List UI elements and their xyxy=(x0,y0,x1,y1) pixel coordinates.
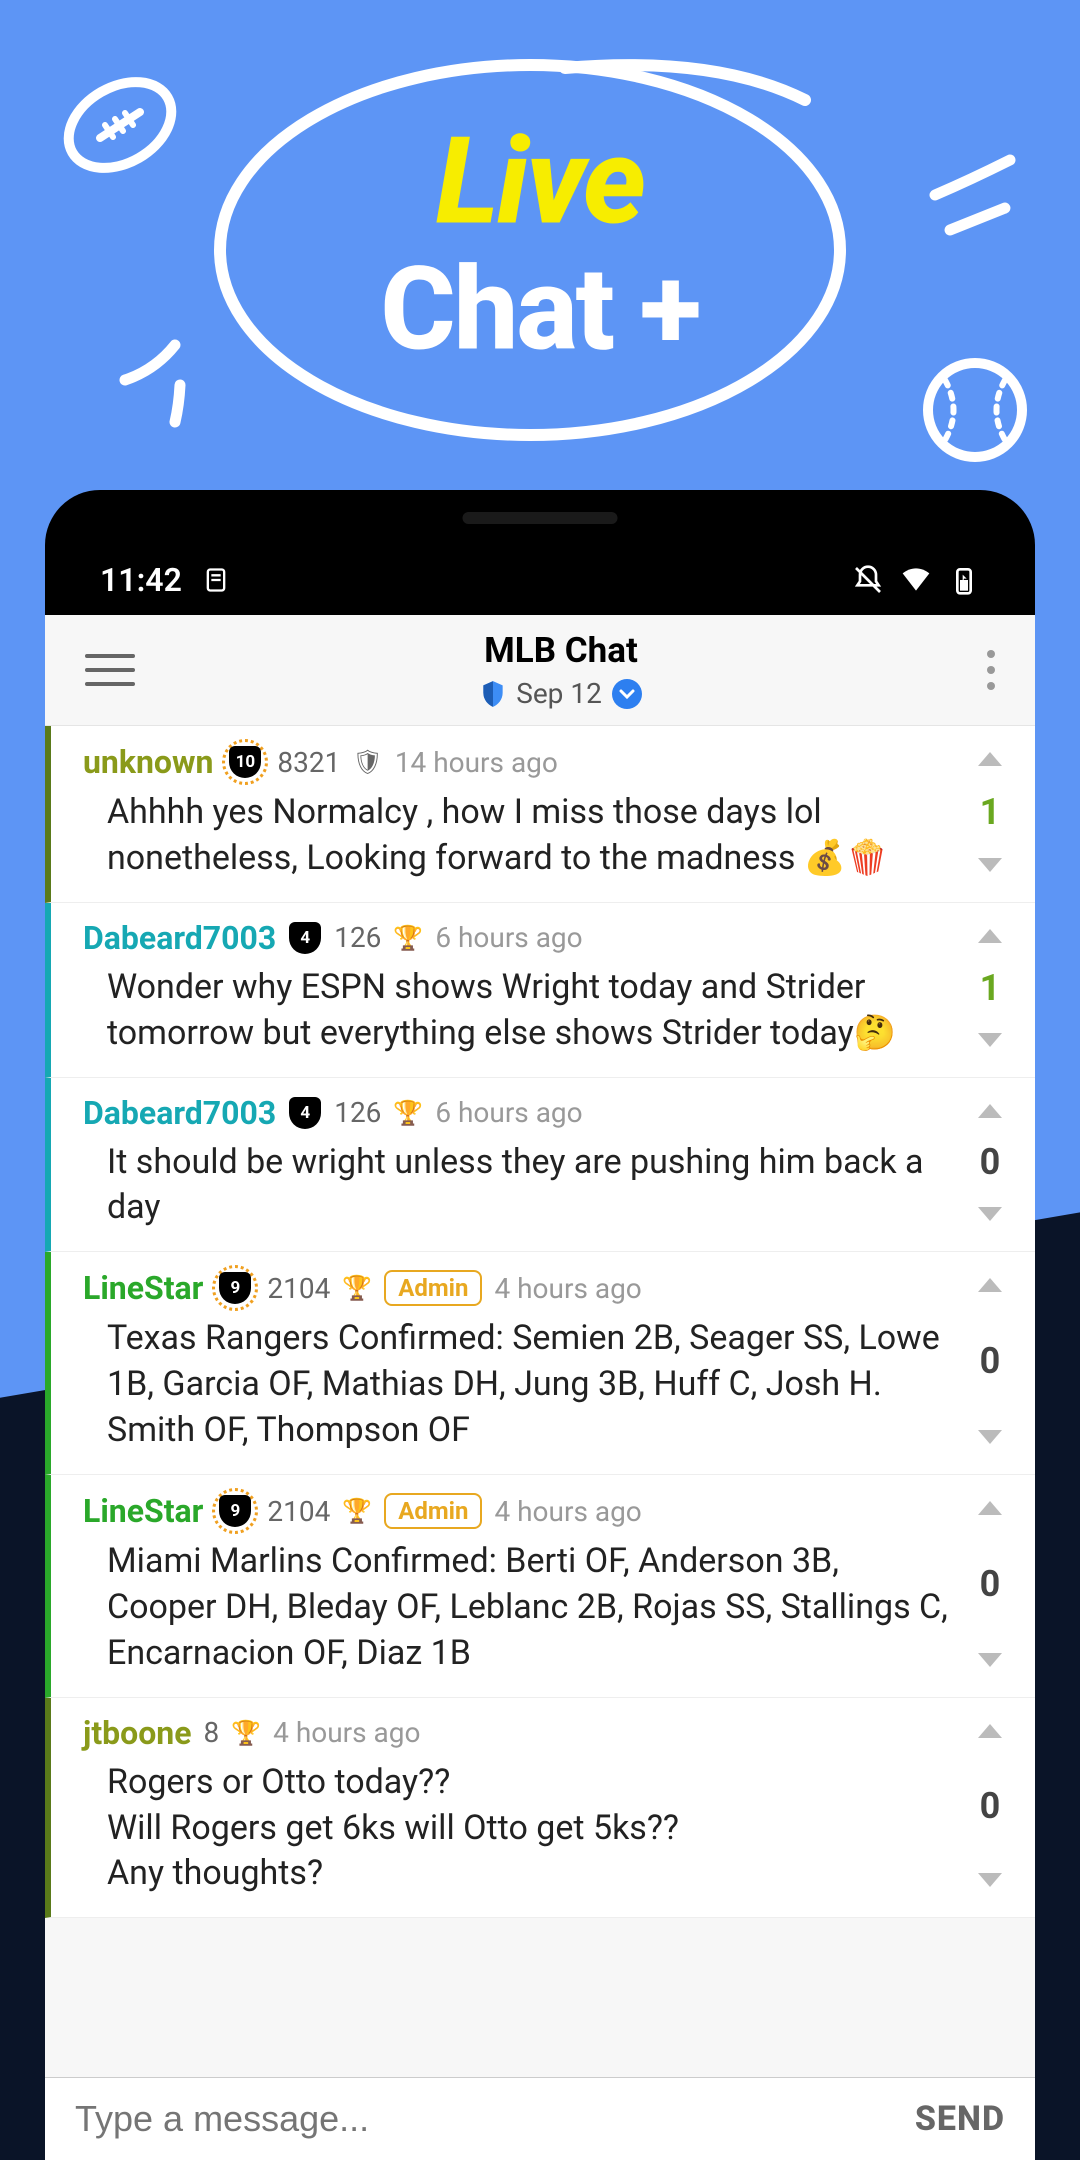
message-row[interactable]: LineStar 9 2104 🏆 Admin 4 hours ago Miami M… xyxy=(45,1475,1035,1698)
message-body: Texas Rangers Confirmed: Semien 2B, Seag… xyxy=(83,1316,965,1454)
message-row[interactable]: jtboone 8 🏆 4 hours ago Rogers or Otto to… xyxy=(45,1698,1035,1919)
date-selector[interactable]: Sep 12 xyxy=(155,677,967,710)
message-timestamp: 4 hours ago xyxy=(273,1716,420,1749)
trophy-icon: 🏆 xyxy=(231,1719,261,1747)
upvote-button[interactable] xyxy=(978,1278,1002,1292)
message-timestamp: 4 hours ago xyxy=(494,1495,641,1528)
message-body: It should be wright unless they are push… xyxy=(83,1140,965,1232)
admin-badge: Admin xyxy=(384,1493,482,1529)
phone-frame: 11:42 MLB Chat Sep 12 xyxy=(45,490,1035,2160)
level-badge: 9 xyxy=(215,1491,255,1531)
message-body: Miami Marlins Confirmed: Berti OF, Ander… xyxy=(83,1539,965,1677)
upvote-button[interactable] xyxy=(978,929,1002,943)
message-body: Wonder why ESPN shows Wright today and S… xyxy=(83,965,965,1057)
message-input[interactable] xyxy=(75,2098,915,2140)
send-button[interactable]: SEND xyxy=(915,2099,1005,2139)
message-count: 8 xyxy=(204,1716,220,1749)
level-badge: 4 xyxy=(288,921,322,955)
downvote-button[interactable] xyxy=(978,1430,1002,1444)
hamburger-menu-button[interactable] xyxy=(65,634,155,706)
phone-speaker xyxy=(463,512,618,524)
vote-count: 1 xyxy=(980,791,1001,833)
message-row[interactable]: LineStar 9 2104 🏆 Admin 4 hours ago Texas R… xyxy=(45,1252,1035,1475)
trophy-icon: 🏆 xyxy=(393,1099,423,1127)
message-username[interactable]: unknown xyxy=(83,743,213,781)
level-badge: 4 xyxy=(288,1096,322,1130)
upvote-button[interactable] xyxy=(978,1724,1002,1738)
level-badge: 10 xyxy=(225,742,265,782)
message-row[interactable]: Dabeard7003 4 126 🏆 6 hours ago It should … xyxy=(45,1078,1035,1253)
hero-live-text: Live xyxy=(380,113,699,253)
upvote-button[interactable] xyxy=(978,1501,1002,1515)
admin-badge: Admin xyxy=(384,1270,482,1306)
message-timestamp: 4 hours ago xyxy=(494,1272,641,1305)
battery-icon xyxy=(948,564,980,596)
baseball-icon xyxy=(920,355,1030,465)
date-label: Sep 12 xyxy=(516,677,602,710)
message-timestamp: 6 hours ago xyxy=(435,921,582,954)
downvote-button[interactable] xyxy=(978,858,1002,872)
shield-small-icon: 🛡 xyxy=(352,748,382,776)
shield-icon xyxy=(480,679,506,709)
message-count: 8321 xyxy=(277,746,340,779)
vote-count: 0 xyxy=(980,1141,1001,1183)
vote-count: 1 xyxy=(980,967,1001,1009)
bell-off-icon xyxy=(852,564,884,596)
message-count: 2104 xyxy=(267,1495,330,1528)
message-composer: SEND xyxy=(45,2077,1035,2160)
message-username[interactable]: LineStar xyxy=(83,1492,203,1530)
football-icon xyxy=(55,70,185,180)
message-count: 2104 xyxy=(267,1272,330,1305)
spark-left-decoration xyxy=(105,330,205,430)
message-count: 126 xyxy=(334,921,381,954)
downvote-button[interactable] xyxy=(978,1033,1002,1047)
wifi-icon xyxy=(900,564,932,596)
message-list[interactable]: unknown 108321🛡 14 hours ago Ahhhh yes N… xyxy=(45,726,1035,1918)
message-username[interactable]: jtboone xyxy=(83,1714,192,1752)
chevron-down-icon xyxy=(612,679,642,709)
message-body: Rogers or Otto today??Will Rogers get 6k… xyxy=(83,1760,965,1898)
status-time: 11:42 xyxy=(100,561,182,599)
vote-count: 0 xyxy=(980,1563,1001,1605)
message-row[interactable]: unknown 10 8321 🛡 14 hours ago Ahhhh yes N… xyxy=(45,726,1035,903)
trophy-icon: 🏆 xyxy=(342,1497,372,1525)
message-row[interactable]: Dabeard7003 4 126 🏆 6 hours ago Wonder why… xyxy=(45,903,1035,1078)
trophy-icon: 🏆 xyxy=(393,924,423,952)
trophy-icon: 🏆 xyxy=(342,1274,372,1302)
status-app-icon xyxy=(202,566,230,594)
message-timestamp: 14 hours ago xyxy=(395,746,558,779)
level-badge: 9 xyxy=(215,1268,255,1308)
kebab-menu-button[interactable] xyxy=(967,632,1015,708)
app-content: MLB Chat Sep 12 unknown 108321🛡 14 hours… xyxy=(45,615,1035,2160)
downvote-button[interactable] xyxy=(978,1207,1002,1221)
vote-count: 0 xyxy=(980,1785,1001,1827)
upvote-button[interactable] xyxy=(978,752,1002,766)
message-timestamp: 6 hours ago xyxy=(435,1096,582,1129)
app-header: MLB Chat Sep 12 xyxy=(45,615,1035,726)
vote-count: 0 xyxy=(980,1340,1001,1382)
spark-right-decoration xyxy=(915,140,1025,250)
downvote-button[interactable] xyxy=(978,1873,1002,1887)
message-count: 126 xyxy=(334,1096,381,1129)
status-bar: 11:42 xyxy=(45,545,1035,615)
downvote-button[interactable] xyxy=(978,1653,1002,1667)
hero-banner: Live Chat + xyxy=(0,0,1080,490)
message-body: Ahhhh yes Normalcy , how I miss those da… xyxy=(83,790,965,882)
hero-chat-text: Chat + xyxy=(380,243,699,378)
message-username[interactable]: Dabeard7003 xyxy=(83,919,276,957)
upvote-button[interactable] xyxy=(978,1104,1002,1118)
message-username[interactable]: LineStar xyxy=(83,1269,203,1307)
message-username[interactable]: Dabeard7003 xyxy=(83,1094,276,1132)
page-title: MLB Chat xyxy=(155,630,967,671)
